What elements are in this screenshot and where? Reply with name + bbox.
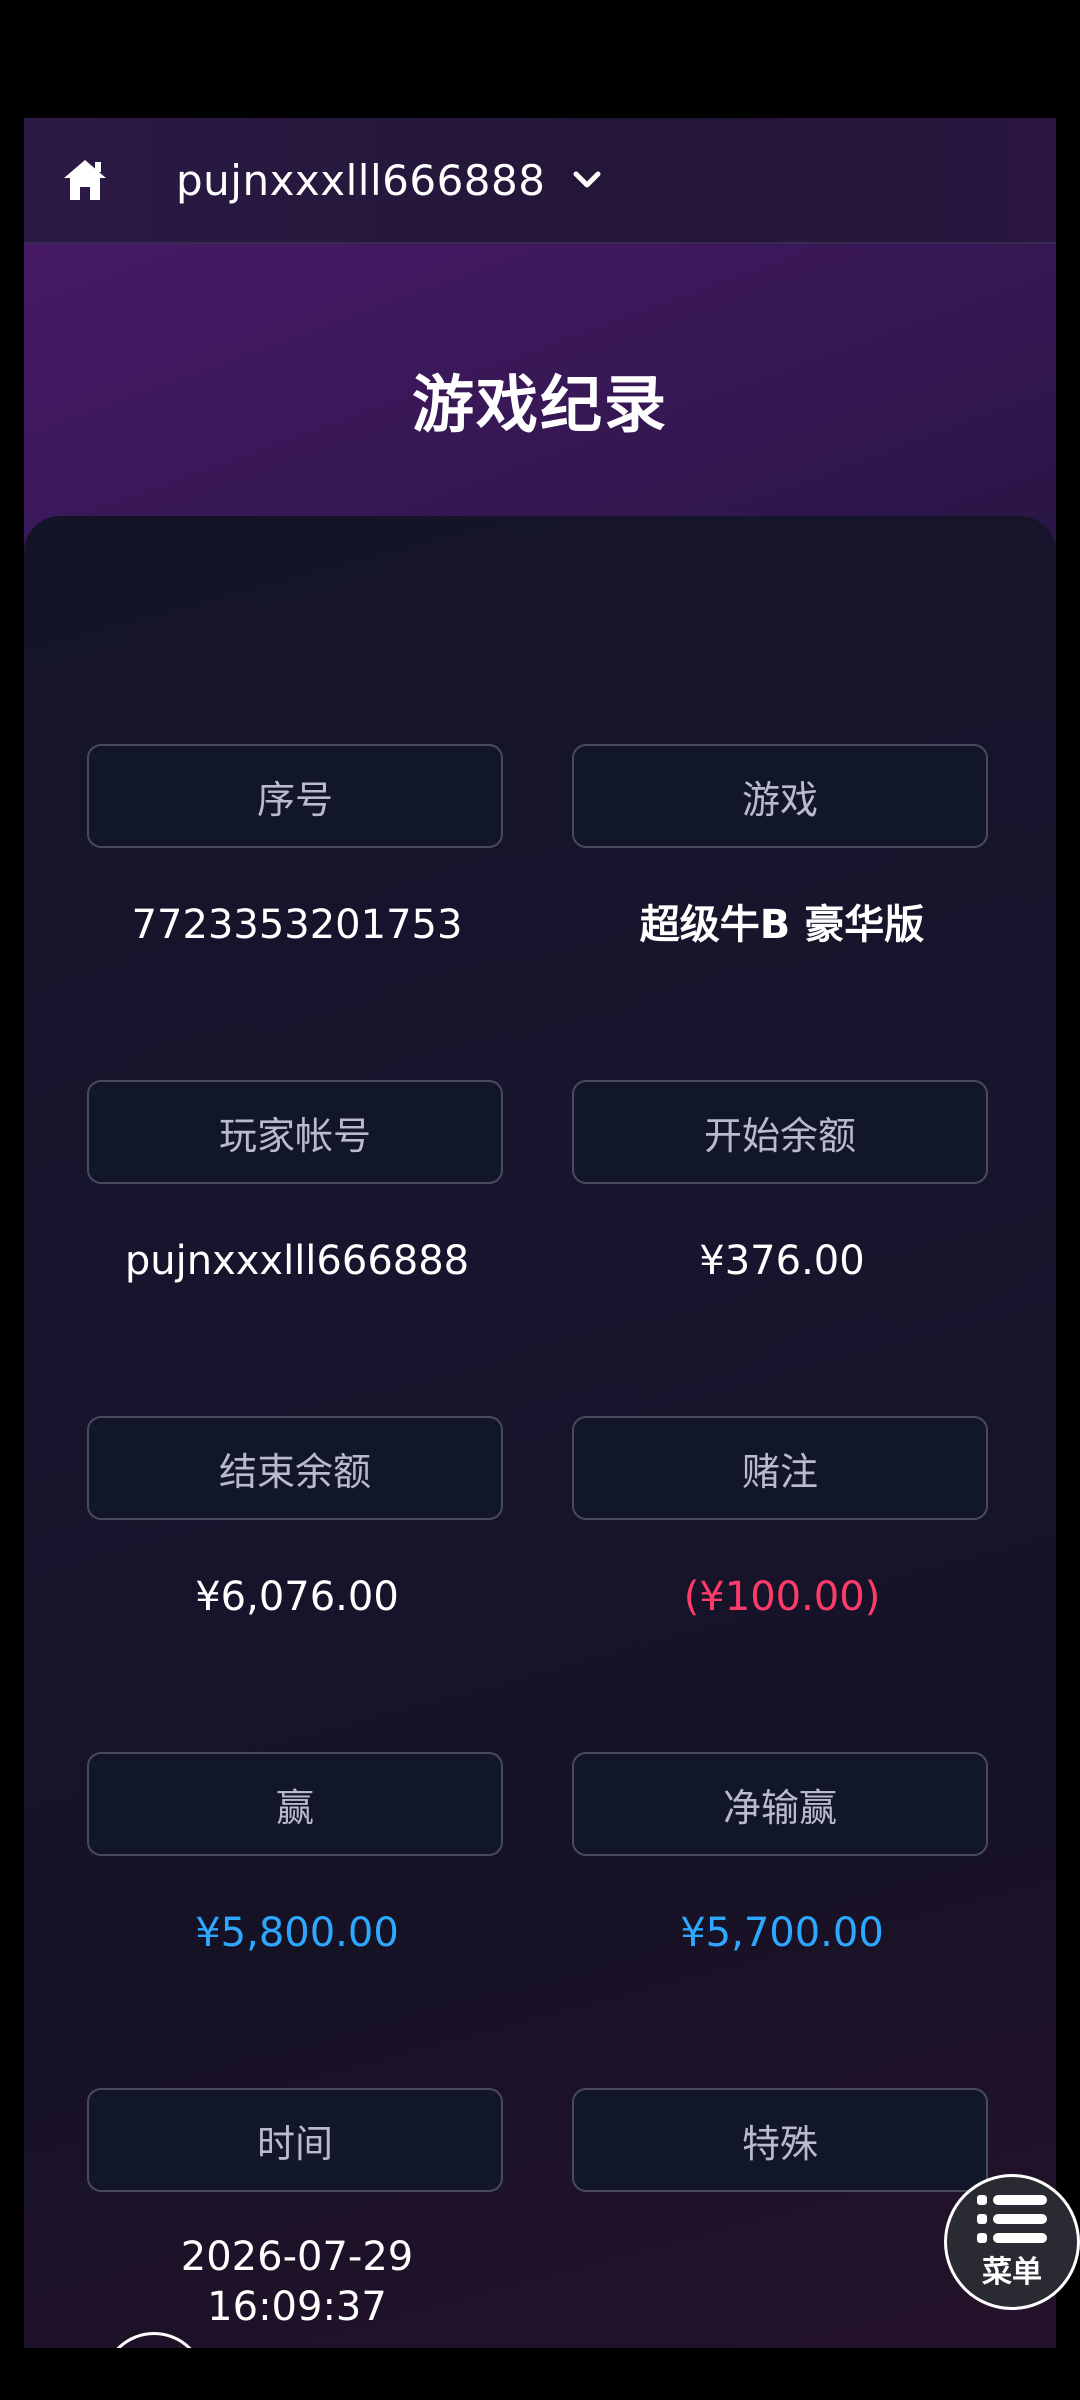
- app-frame: pujnxxxlll666888 游戏纪录 序号 7723353201753 游…: [24, 118, 1056, 2348]
- field-label: 序号: [87, 744, 503, 848]
- account-dropdown[interactable]: pujnxxxlll666888: [176, 146, 601, 214]
- field-value: (¥100.00): [683, 1574, 881, 1620]
- field-net-win: 净输赢 ¥5,700.00: [572, 1752, 992, 1958]
- field-label: 结束余额: [87, 1416, 503, 1520]
- field-value: 2026-07-29 16:09:37: [180, 2234, 414, 2330]
- field-value: ¥5,800.00: [195, 1910, 399, 1956]
- field-label: 赌注: [572, 1416, 988, 1520]
- field-label: 净输赢: [572, 1752, 988, 1856]
- list-icon: [977, 2195, 1047, 2243]
- field-bet: 赌注 (¥100.00): [572, 1416, 992, 1622]
- field-value: 超级牛B 豪华版: [639, 902, 925, 948]
- page-title: 游戏纪录: [411, 368, 668, 441]
- field-label: 开始余额: [572, 1080, 988, 1184]
- field-player-account: 玩家帐号 pujnxxxlll666888: [87, 1080, 507, 1286]
- field-value: pujnxxxlll666888: [124, 1238, 470, 1284]
- field-value: ¥5,700.00: [680, 1910, 884, 1956]
- page: pujnxxxlll666888 游戏纪录 序号 7723353201753 游…: [0, 0, 1080, 2400]
- menu-label: 菜单: [982, 2255, 1042, 2290]
- record-card: 序号 7723353201753 游戏 超级牛B 豪华版 玩家帐号 pujnxx…: [24, 516, 1056, 2348]
- field-end-balance: 结束余额 ¥6,076.00: [87, 1416, 507, 1622]
- menu-button[interactable]: 菜单: [944, 2174, 1080, 2310]
- chevron-down-icon: [573, 171, 601, 188]
- top-bar: pujnxxxlll666888: [24, 118, 1056, 244]
- field-special: 特殊: [572, 2088, 992, 2244]
- field-start-balance: 开始余额 ¥376.00: [572, 1080, 992, 1286]
- field-serial: 序号 7723353201753: [87, 744, 507, 950]
- field-value: ¥6,076.00: [195, 1574, 399, 1620]
- field-label: 游戏: [572, 744, 988, 848]
- field-label: 时间: [87, 2088, 503, 2192]
- field-value: 7723353201753: [131, 902, 463, 948]
- field-label: 特殊: [572, 2088, 988, 2192]
- account-name: pujnxxxlll666888: [176, 155, 546, 205]
- field-game: 游戏 超级牛B 豪华版: [572, 744, 992, 950]
- field-win: 赢 ¥5,800.00: [87, 1752, 507, 1958]
- field-time: 时间 2026-07-29 16:09:37: [87, 2088, 507, 2332]
- field-label: 玩家帐号: [87, 1080, 503, 1184]
- home-icon[interactable]: [62, 158, 108, 202]
- field-value: ¥376.00: [699, 1238, 865, 1284]
- field-label: 赢: [87, 1752, 503, 1856]
